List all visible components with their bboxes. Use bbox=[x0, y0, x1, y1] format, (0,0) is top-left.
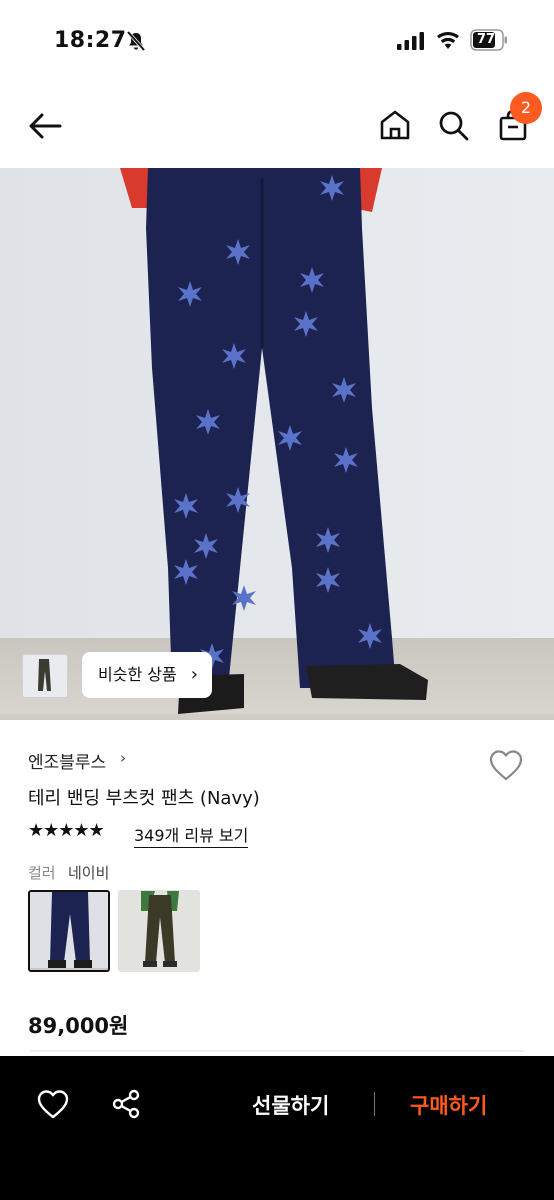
color-swatch-navy[interactable] bbox=[28, 890, 110, 972]
similar-products-label: 비슷한 상품 bbox=[98, 665, 177, 684]
image-thumbnail-mini[interactable] bbox=[22, 654, 68, 698]
heart-icon[interactable] bbox=[488, 748, 524, 782]
status-time: 18:27 bbox=[54, 28, 127, 53]
brand-link[interactable]: 엔조블루스 bbox=[28, 748, 106, 773]
home-icon[interactable] bbox=[378, 108, 412, 142]
product-name: 테리 밴딩 부츠컷 팬츠 (Navy) bbox=[28, 788, 260, 809]
app-header: 2 bbox=[0, 82, 554, 168]
bell-muted-icon bbox=[126, 30, 146, 52]
cellular-signal-icon bbox=[397, 32, 424, 50]
search-icon[interactable] bbox=[436, 108, 470, 142]
bottom-action-bar: 선물하기 구매하기 bbox=[0, 1056, 554, 1200]
cart-count-badge: 2 bbox=[510, 92, 542, 124]
rating-stars: ★★★★★ bbox=[28, 820, 105, 841]
option-label: 컬러 bbox=[28, 864, 56, 882]
buy-button[interactable]: 구매하기 bbox=[410, 1090, 487, 1120]
gift-button[interactable]: 선물하기 bbox=[252, 1090, 329, 1120]
battery-level: 77 bbox=[476, 32, 496, 47]
product-image-carousel[interactable]: 비슷한 상품 › bbox=[0, 168, 554, 720]
similar-products-button[interactable]: 비슷한 상품 › bbox=[82, 652, 212, 698]
product-photo bbox=[0, 168, 554, 720]
wifi-icon bbox=[437, 31, 459, 49]
option-value: 네이비 bbox=[68, 864, 110, 882]
heart-icon[interactable] bbox=[36, 1088, 70, 1120]
back-arrow-icon[interactable] bbox=[26, 108, 64, 144]
status-bar: 18:27 77 bbox=[0, 0, 554, 82]
share-icon[interactable] bbox=[110, 1088, 142, 1120]
divider bbox=[374, 1092, 375, 1116]
color-swatch-khaki[interactable] bbox=[118, 890, 200, 972]
chevron-right-icon: › bbox=[190, 664, 198, 685]
chevron-right-icon: › bbox=[120, 749, 126, 767]
divider bbox=[30, 1050, 524, 1052]
review-link[interactable]: 349개 리뷰 보기 bbox=[134, 822, 249, 848]
price: 89,000원 bbox=[28, 1014, 129, 1038]
